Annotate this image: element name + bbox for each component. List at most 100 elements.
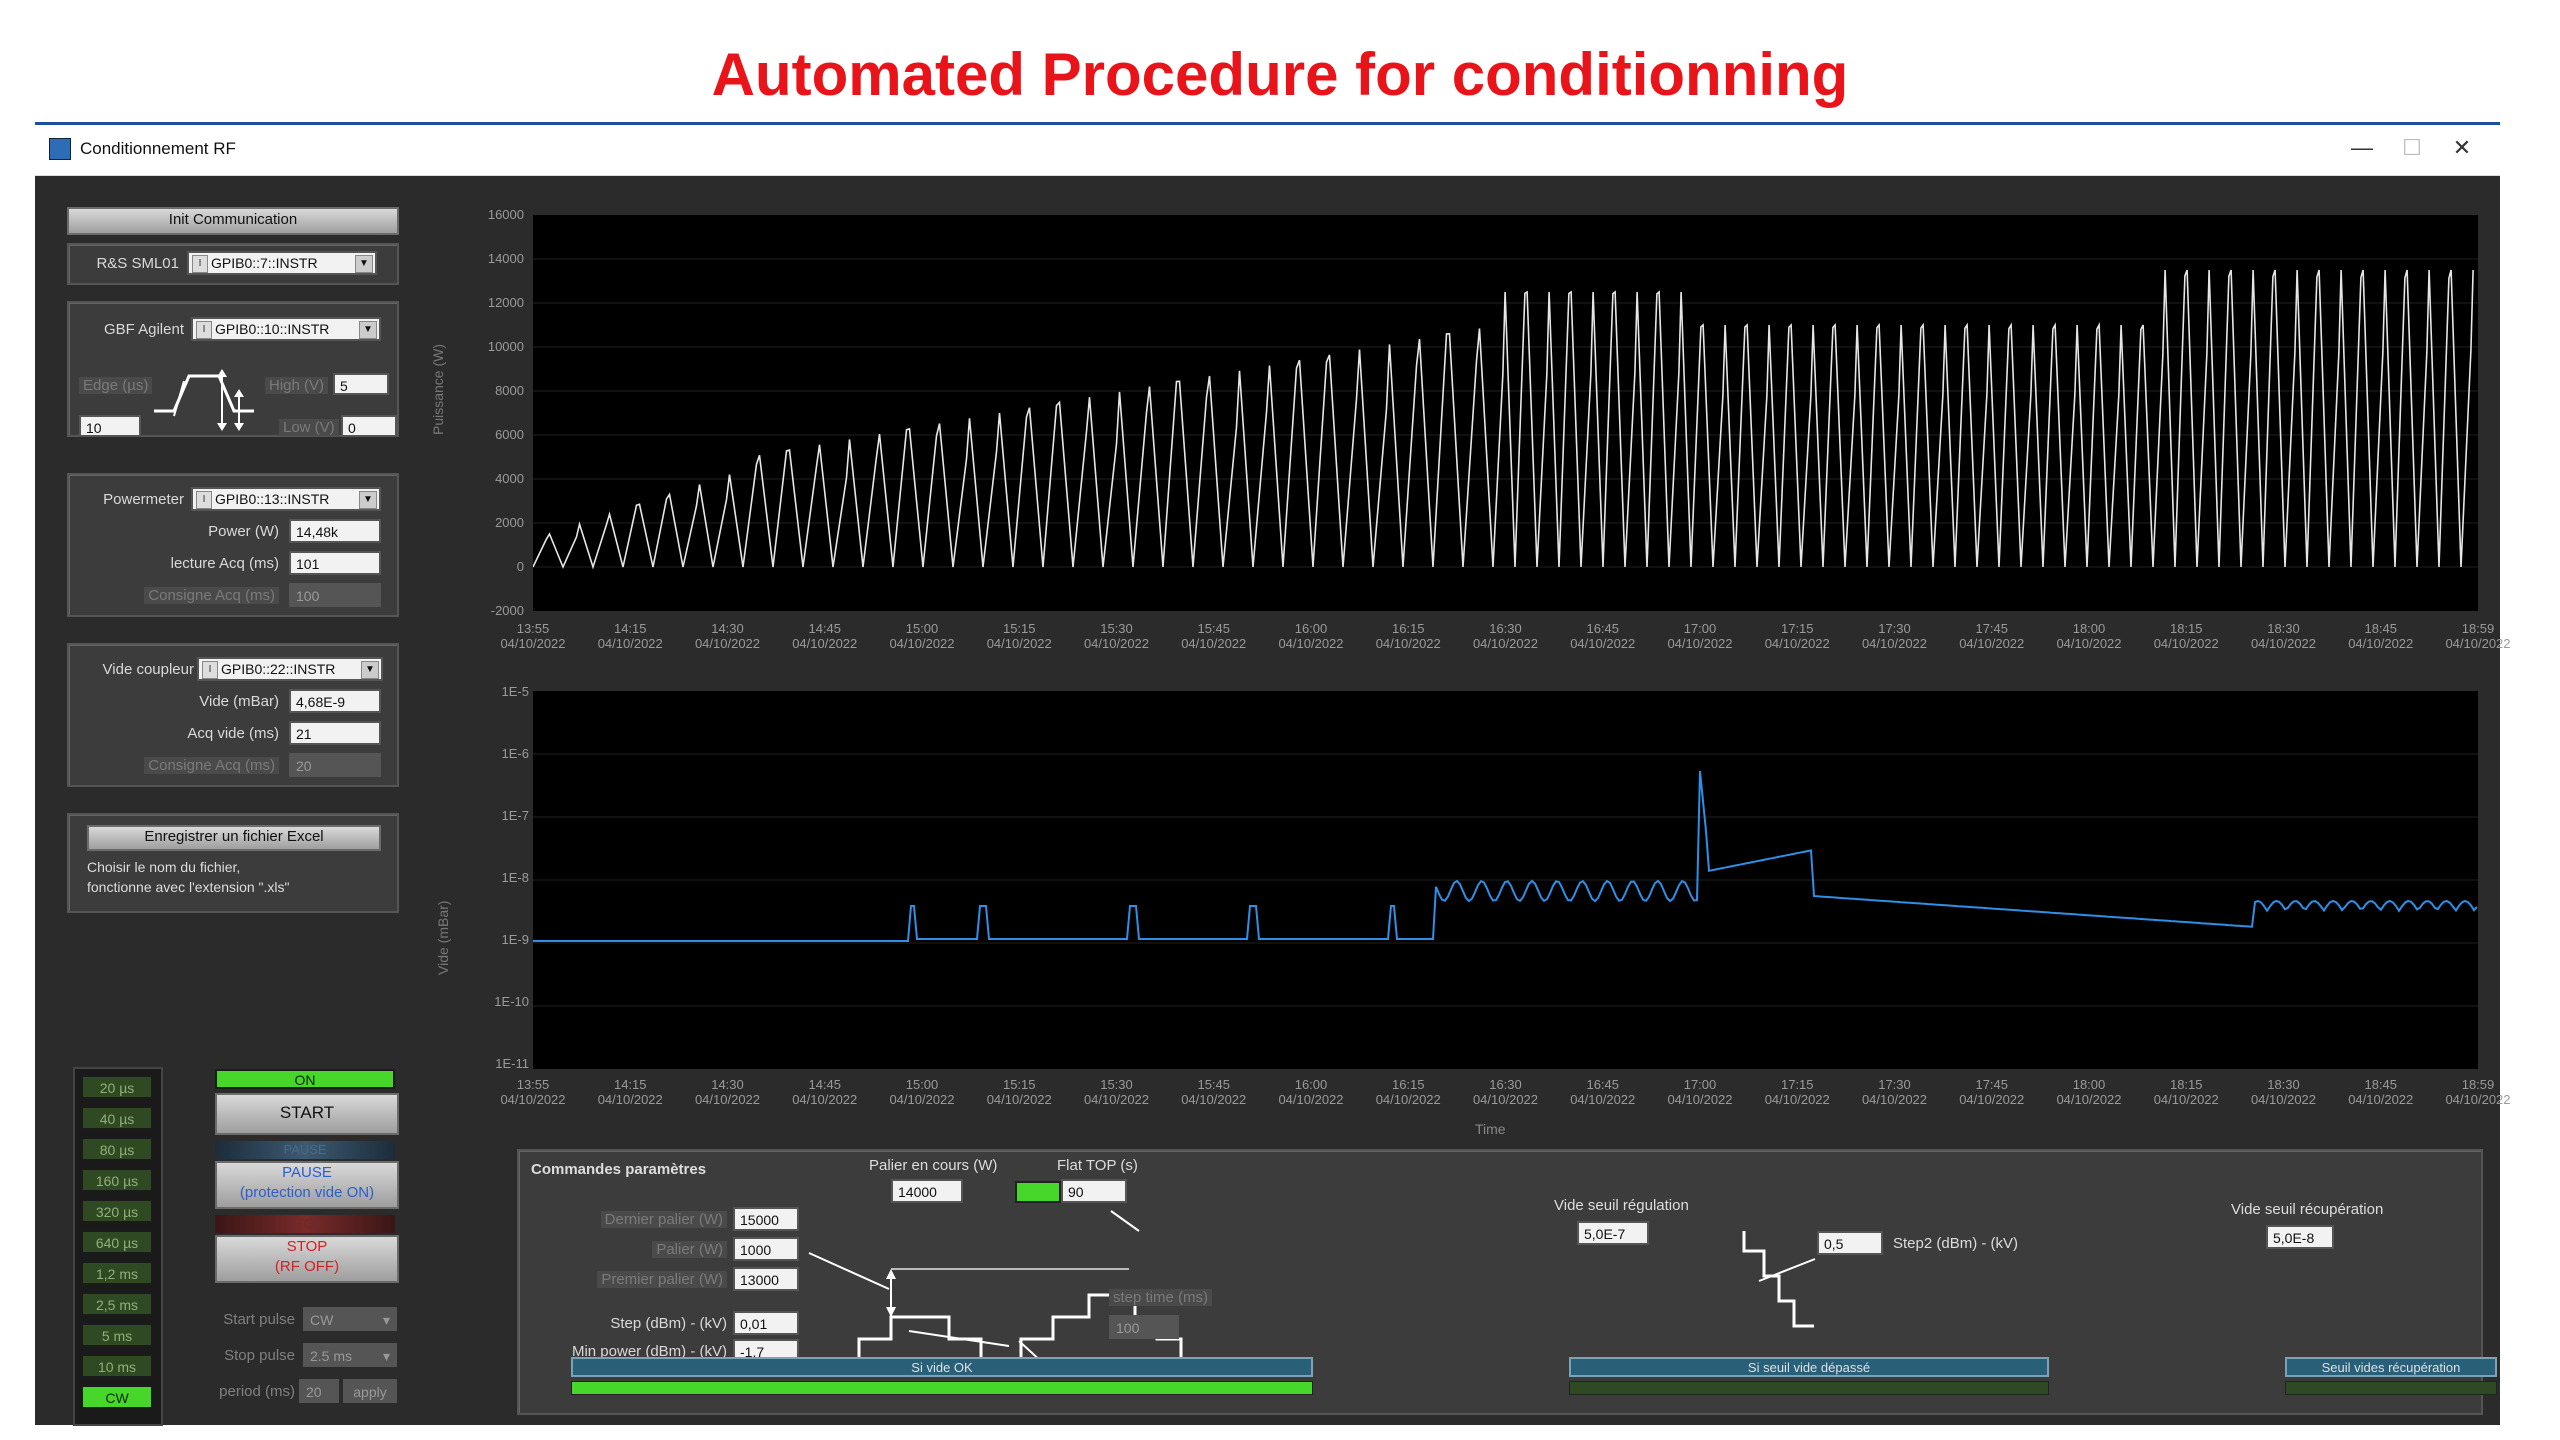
vide-panel: Vide coupleur I GPIB0::22::INSTR ▼ Vide … — [67, 643, 399, 787]
led-9[interactable]: 10 ms — [81, 1354, 153, 1378]
init-communication-button[interactable]: Init Communication — [67, 207, 399, 235]
seuil-recuperation-field[interactable]: 5,0E-8 — [2266, 1225, 2334, 1249]
power-label: Power (W) — [208, 523, 279, 540]
x-tick-label: 15:15 04/10/2022 — [986, 621, 1052, 651]
stop-pulse-select[interactable]: 2.5 ms ▾ — [303, 1343, 397, 1367]
x-tick-label: 15:30 04/10/2022 — [1083, 621, 1150, 651]
gbf-select[interactable]: I GPIB0::10::INSTR ▼ — [191, 317, 381, 341]
seuil-depasse-led — [1569, 1381, 2049, 1395]
lecture-acq-value: 101 — [289, 551, 381, 575]
x-tick-label: 18:00 04/10/2022 — [2056, 1077, 2122, 1107]
palier-field[interactable]: 1000 — [733, 1237, 799, 1261]
powermeter-select-value: GPIB0::13::INSTR — [215, 491, 330, 507]
led-0[interactable]: 20 µs — [81, 1075, 153, 1099]
x-tick-label: 16:15 04/10/2022 — [1375, 621, 1441, 651]
resource-icon: I — [202, 661, 218, 679]
save-excel-button[interactable]: Enregistrer un fichier Excel — [87, 825, 381, 851]
start-pulse-select[interactable]: CW ▾ — [303, 1307, 397, 1331]
power-trace — [532, 269, 2474, 570]
step-time-field[interactable]: 100 — [1109, 1315, 1179, 1339]
y-tick-label: 1E-9 — [501, 932, 529, 947]
chevron-down-icon: ▼ — [355, 255, 373, 273]
y-tick-label: 4000 — [495, 471, 524, 486]
led-6[interactable]: 1,2 ms — [81, 1261, 153, 1285]
x-tick-label: 17:30 04/10/2022 — [1861, 1077, 1928, 1107]
y-tick-label: 6000 — [495, 427, 524, 442]
si-vide-ok-bar: Si vide OK — [571, 1357, 1313, 1377]
vide-select-value: GPIB0::22::INSTR — [221, 661, 336, 677]
vide-select[interactable]: I GPIB0::22::INSTR ▼ — [197, 657, 383, 681]
period-field[interactable]: 20 — [299, 1379, 339, 1403]
consigne-acq-vide-field[interactable]: 20 — [289, 753, 381, 777]
powermeter-panel: Powermeter I GPIB0::13::INSTR ▼ Power (W… — [67, 473, 399, 617]
title-bar: Conditionnement RF — ☐ ✕ — [35, 125, 2500, 176]
step2-field[interactable]: 0,5 — [1817, 1231, 1883, 1255]
consigne-acq-field[interactable]: 100 — [289, 583, 381, 607]
resource-icon: I — [196, 491, 212, 509]
x-tick-label: 15:00 04/10/2022 — [889, 1077, 955, 1107]
step-label: Step (dBm) - (kV) — [610, 1315, 727, 1332]
chevron-down-icon: ▼ — [359, 491, 377, 509]
chevron-down-icon: ▾ — [382, 1312, 390, 1328]
y-tick-label: 1E-8 — [501, 870, 529, 885]
x-tick-label: 17:30 04/10/2022 — [1861, 621, 1928, 651]
seuil-regulation-field[interactable]: 5,0E-7 — [1577, 1221, 1649, 1245]
period-label: period (ms) — [219, 1383, 295, 1400]
flat-top-label: Flat TOP (s) — [1057, 1157, 1138, 1174]
low-field[interactable]: 0 — [341, 415, 397, 437]
power-chart[interactable] — [532, 215, 2478, 611]
apply-button[interactable]: apply — [343, 1379, 397, 1403]
led-3[interactable]: 160 µs — [81, 1168, 153, 1192]
stop-indicator: STOP — [215, 1215, 395, 1233]
step-field[interactable]: 0,01 — [733, 1311, 799, 1335]
x-tick-label: 18:15 04/10/2022 — [2153, 1077, 2219, 1107]
minimize-button[interactable]: — — [2340, 133, 2384, 163]
on-indicator: ON — [215, 1069, 395, 1089]
vacuum-chart[interactable] — [533, 691, 2478, 1069]
led-2[interactable]: 80 µs — [81, 1137, 153, 1161]
high-field[interactable]: 5 — [333, 373, 389, 395]
led-8[interactable]: 5 ms — [81, 1323, 153, 1347]
sml-select[interactable]: I GPIB0::7::INSTR ▼ — [187, 251, 377, 275]
power-x-ticks: 13:55 04/10/2022 14:15 04/10/2022 14:30 04/10… — [500, 621, 2510, 661]
seuil-recup-led — [2285, 1381, 2497, 1395]
pause-button-line2: (protection vide ON) — [239, 1184, 375, 1201]
y-tick-label: 1E-5 — [501, 684, 529, 699]
dernier-palier-label: Dernier palier (W) — [589, 1211, 727, 1228]
x-tick-label: 18:00 04/10/2022 — [2056, 621, 2122, 651]
maximize-button[interactable]: ☐ — [2390, 133, 2434, 163]
start-pulse-label: Start pulse — [223, 1311, 295, 1328]
edge-field[interactable]: 10 — [79, 415, 141, 437]
led-10[interactable]: CW — [81, 1385, 153, 1409]
x-tick-label: 18:45 04/10/2022 — [2348, 1077, 2414, 1107]
commands-title: Commandes paramètres — [531, 1161, 707, 1178]
x-tick-label: 15:15 04/10/2022 — [986, 1077, 1052, 1107]
seuil-regulation-label: Vide seuil régulation — [1554, 1197, 1689, 1214]
led-5[interactable]: 640 µs — [81, 1230, 153, 1254]
led-7[interactable]: 2,5 ms — [81, 1292, 153, 1316]
pause-button[interactable]: PAUSE (protection vide ON) — [215, 1161, 399, 1209]
window-title: Conditionnement RF — [80, 139, 236, 158]
seuil-recuperation-label: Vide seuil récupération — [2231, 1201, 2384, 1218]
palier-cours-label: Palier en cours (W) — [869, 1157, 998, 1174]
stop-button[interactable]: STOP (RF OFF) — [215, 1235, 399, 1283]
pause-indicator: PAUSE — [215, 1141, 395, 1159]
y-tick-label: 1E-11 — [495, 1056, 529, 1071]
premier-palier-field[interactable]: 13000 — [733, 1267, 799, 1291]
dernier-palier-field[interactable]: 15000 — [733, 1207, 799, 1231]
pulse-mode-leds: 20 µs 40 µs 80 µs 160 µs 320 µs 640 µs 1,2 ms 2… — [73, 1067, 163, 1426]
pulse-diagram — [154, 369, 254, 431]
x-tick-label: 16:45 04/10/2022 — [1570, 621, 1636, 651]
seuil-recup-bar: Seuil vides récupération — [2285, 1357, 2497, 1377]
led-1[interactable]: 40 µs — [81, 1106, 153, 1130]
x-tick-label: 13:55 04/10/2022 — [500, 1077, 566, 1107]
y-tick-label: 12000 — [487, 295, 524, 310]
vacuum-x-label: Time — [1475, 1121, 1506, 1137]
close-button[interactable]: ✕ — [2440, 133, 2484, 163]
x-tick-label: 15:30 04/10/2022 — [1083, 1077, 1150, 1107]
led-4[interactable]: 320 µs — [81, 1199, 153, 1223]
powermeter-select[interactable]: I GPIB0::13::INSTR ▼ — [191, 487, 381, 511]
step2-label: Step2 (dBm) - (kV) — [1893, 1235, 2019, 1252]
start-button[interactable]: START — [215, 1093, 399, 1135]
x-tick-label: 16:00 04/10/2022 — [1278, 621, 1344, 651]
